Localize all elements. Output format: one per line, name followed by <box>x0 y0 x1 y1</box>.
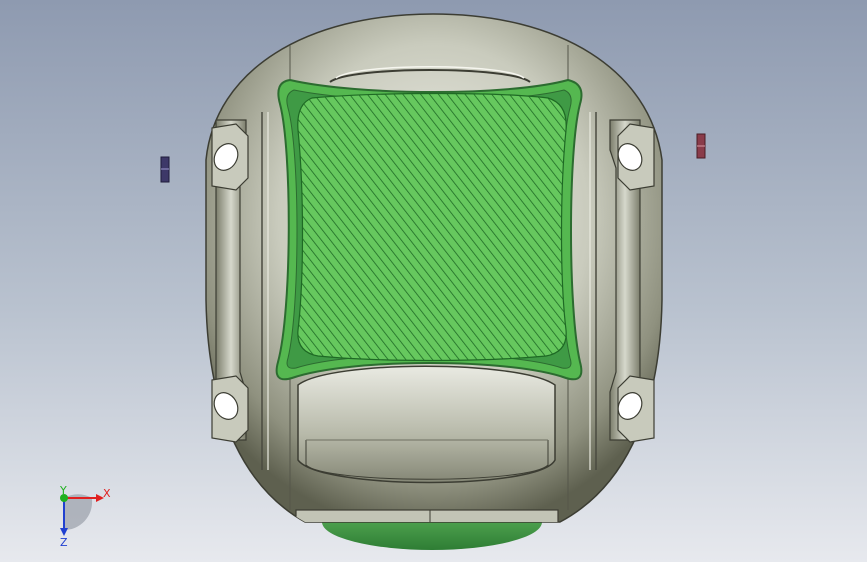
z-axis-arrow <box>60 528 68 536</box>
z-axis-label: Z <box>60 536 68 549</box>
cad-viewport[interactable]: X Y Z <box>0 0 867 562</box>
hatched-section <box>297 92 567 362</box>
coordinate-triad[interactable]: X Y Z <box>59 484 111 549</box>
left-lower-mount <box>211 375 249 443</box>
y-axis-label: Y <box>59 484 67 497</box>
right-upper-mount <box>617 123 655 191</box>
x-axis-label: X <box>103 487 111 500</box>
model-view[interactable]: X Y Z <box>0 0 867 562</box>
bottom-flange <box>295 509 559 522</box>
triad-shadow <box>64 494 93 531</box>
left-upper-mount <box>211 123 249 191</box>
right-lower-mount <box>617 375 655 443</box>
lower-panel <box>297 365 556 484</box>
